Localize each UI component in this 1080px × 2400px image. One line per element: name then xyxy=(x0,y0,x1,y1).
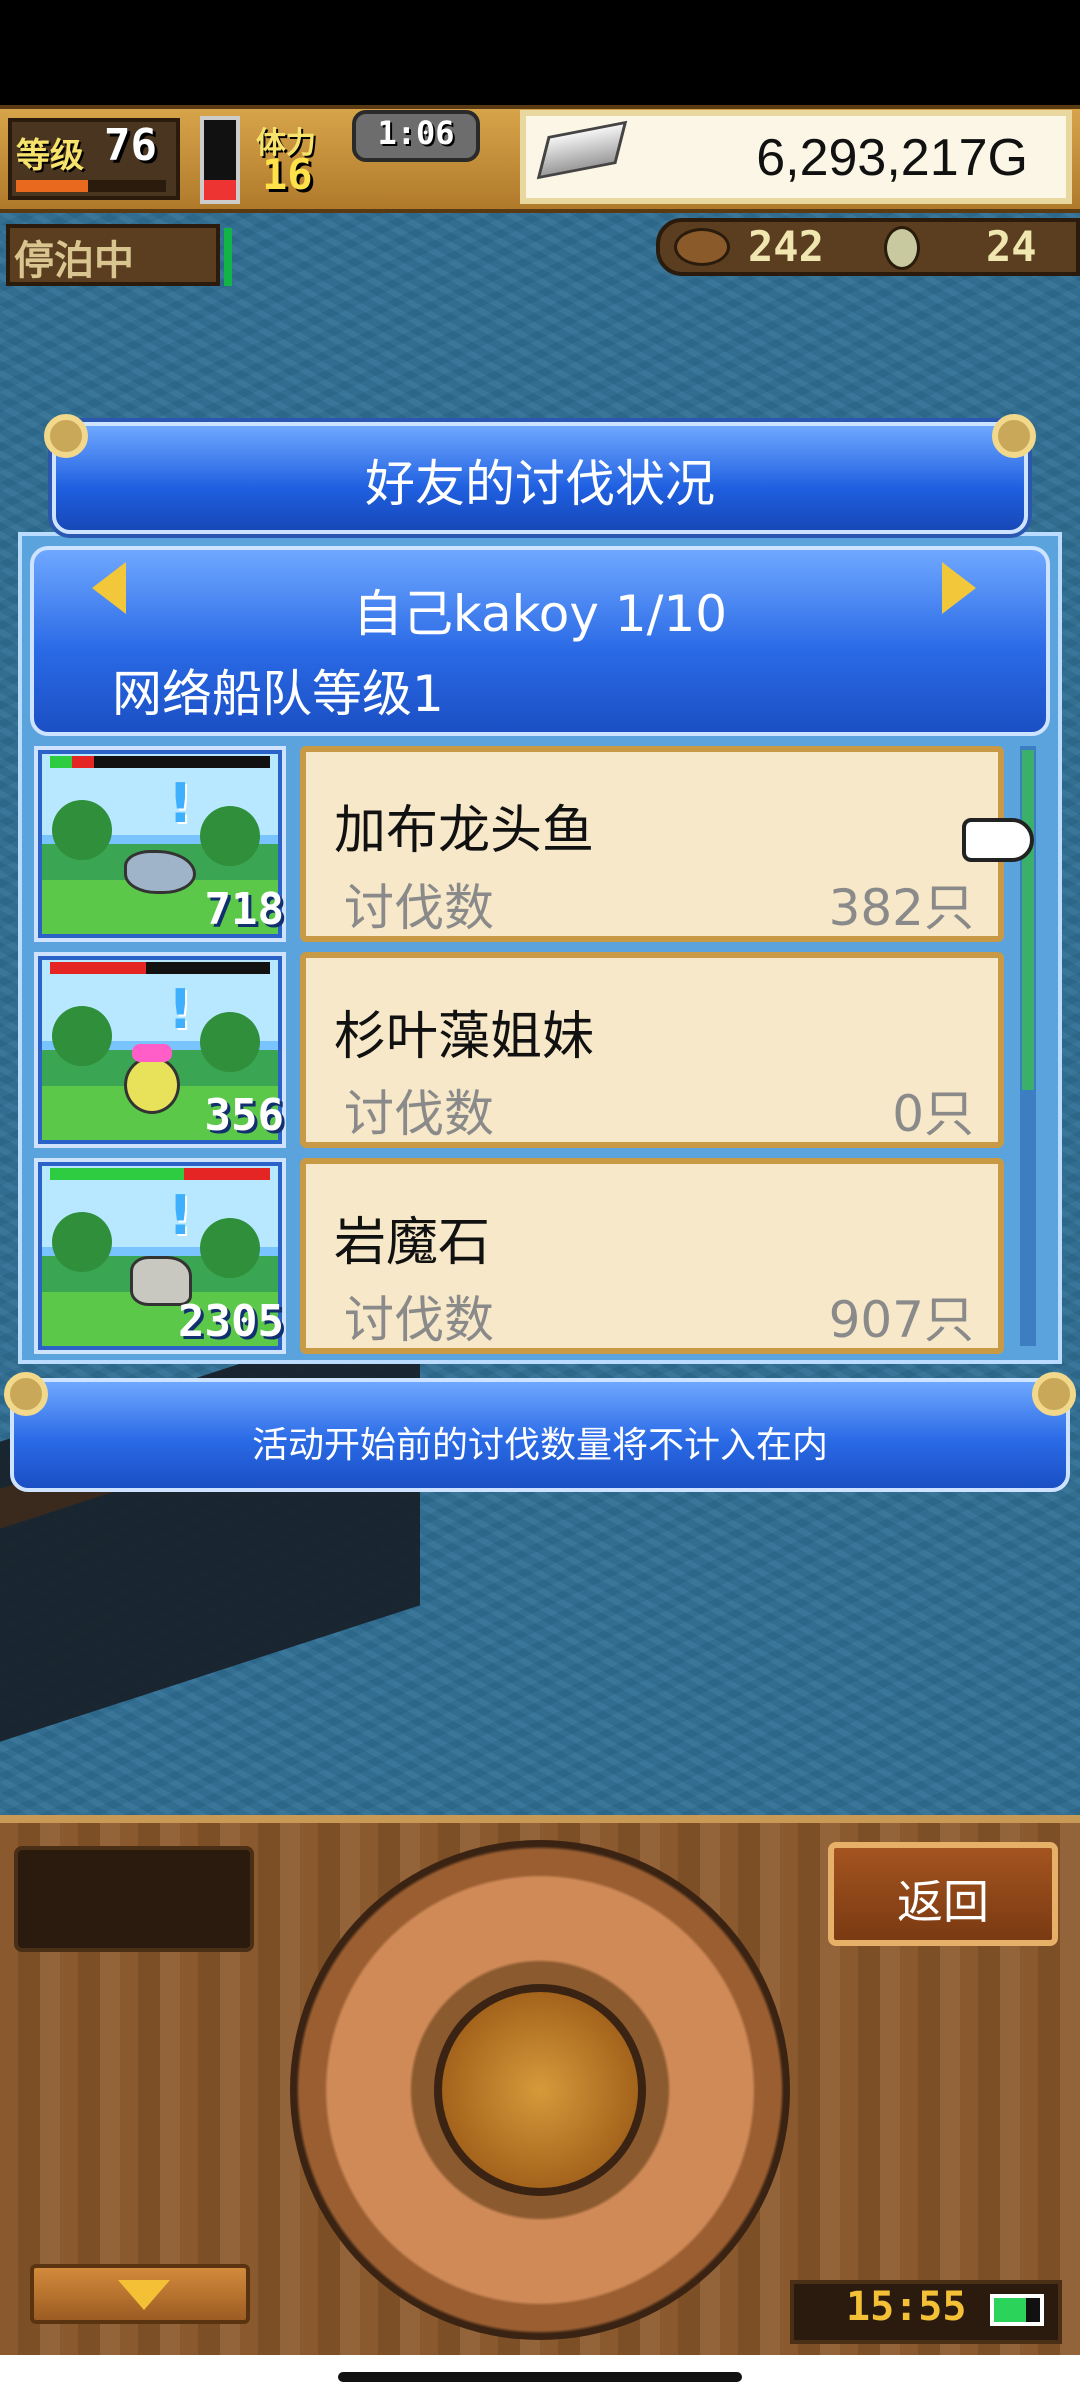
back-button-label: 返回 xyxy=(897,1875,989,1929)
dock-status-label: 停泊中 xyxy=(14,238,134,284)
defeat-label: 讨伐数 xyxy=(344,1291,494,1349)
alert-icon: ! xyxy=(168,772,193,835)
dock-status-indicator xyxy=(224,228,232,286)
alert-icon: ! xyxy=(168,978,193,1041)
alert-icon: ! xyxy=(168,1184,193,1247)
tree-decoration xyxy=(52,800,112,860)
battery-icon xyxy=(990,2294,1044,2326)
coin-icon xyxy=(884,226,920,270)
level-label: 等级 xyxy=(16,136,84,176)
level-value: 76 xyxy=(104,120,157,171)
bow-decoration xyxy=(132,1044,172,1062)
console-screen xyxy=(14,1846,254,1952)
pointing-hand-icon xyxy=(962,818,1034,862)
monster-count: 2305 xyxy=(178,1296,284,1347)
defeat-count: 907只 xyxy=(828,1291,974,1349)
notice-text: 活动开始前的讨伐数量将不计入在内 xyxy=(251,1425,828,1466)
tree-decoration xyxy=(52,1006,112,1066)
tree-decoration xyxy=(52,1212,112,1272)
monster-hp-fill xyxy=(50,1168,270,1180)
defeat-count: 0只 xyxy=(892,1085,974,1143)
dialog-title: 好友的讨伐状况 xyxy=(365,455,715,513)
fleet-level: 网络船队等级1 xyxy=(112,665,444,723)
resource-1-value: 242 xyxy=(748,222,824,271)
timer-value: 1:06 xyxy=(377,114,455,152)
monster-count: 718 xyxy=(204,884,284,935)
stamina-value: 16 xyxy=(262,150,313,199)
dpad-center-button[interactable] xyxy=(434,1984,646,2196)
monster-name: 杉叶藻姐妹 xyxy=(334,1007,595,1067)
resource-2-value: 24 xyxy=(986,222,1037,271)
stamina-gauge-fill xyxy=(204,180,236,200)
exp-bar-fill xyxy=(16,180,88,192)
tree-decoration xyxy=(200,1012,260,1072)
tree-decoration xyxy=(200,1218,260,1278)
home-indicator[interactable] xyxy=(338,2372,742,2382)
gold-value: 6,293,217G xyxy=(756,129,1028,187)
clock-time: 15:55 xyxy=(846,2284,967,2330)
player-name: 自己kakoy 1/10 xyxy=(352,585,728,643)
defeat-label: 讨伐数 xyxy=(344,879,494,937)
banner-corner-ornament xyxy=(4,1372,48,1416)
top-black-band xyxy=(0,0,1080,105)
monster-hp-fill xyxy=(50,756,94,768)
tree-decoration xyxy=(200,806,260,866)
banner-corner-ornament xyxy=(1032,1372,1076,1416)
meat-icon xyxy=(674,228,730,266)
monster-name: 岩魔石 xyxy=(334,1213,491,1273)
monster-name: 加布龙头鱼 xyxy=(334,801,595,861)
down-arrow-icon xyxy=(118,2280,170,2310)
defeat-count: 382只 xyxy=(828,879,974,937)
defeat-label: 讨伐数 xyxy=(344,1085,494,1143)
monster-hp-fill xyxy=(50,962,146,974)
list-scrollbar-thumb[interactable] xyxy=(1022,750,1034,1090)
monster-count: 356 xyxy=(204,1090,284,1141)
